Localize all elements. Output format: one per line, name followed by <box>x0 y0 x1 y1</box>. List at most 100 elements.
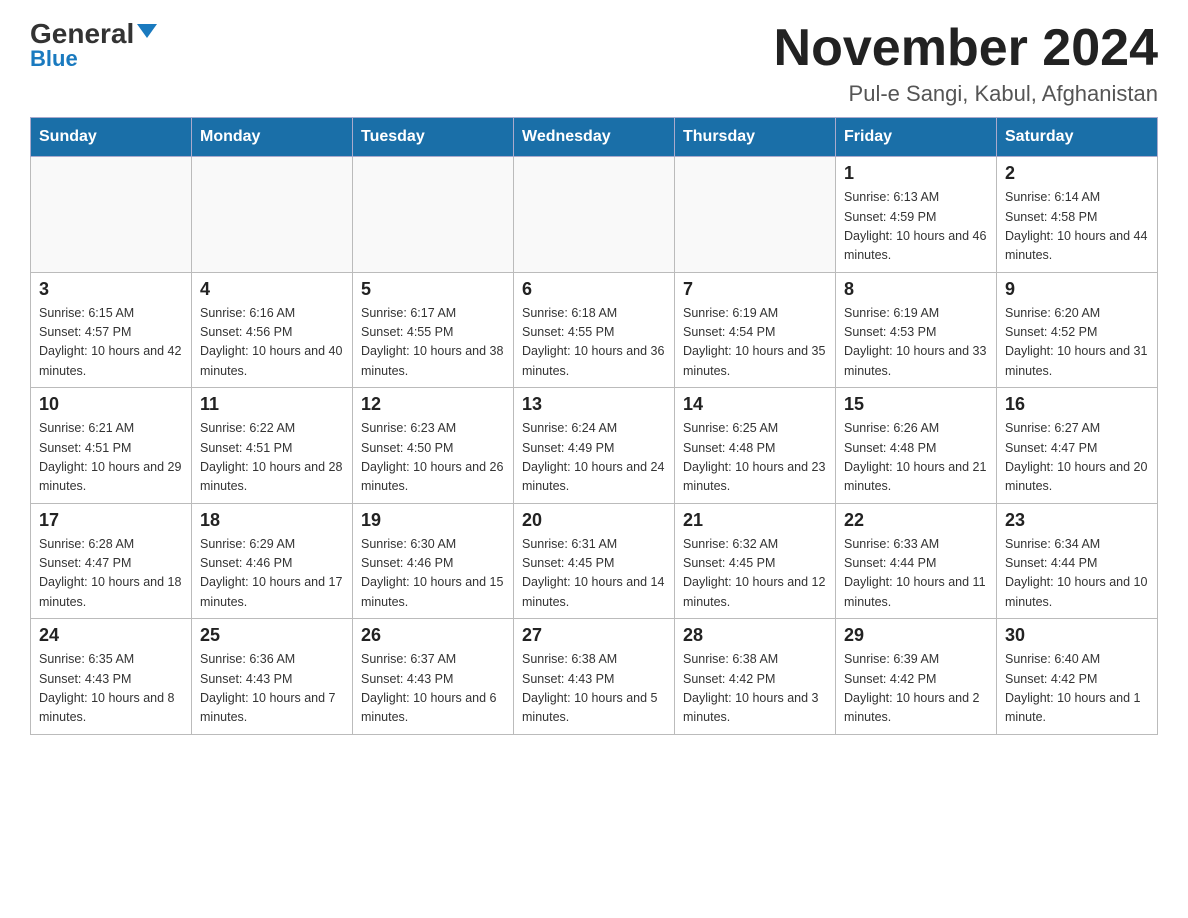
calendar-cell: 16 Sunrise: 6:27 AM Sunset: 4:47 PM Dayli… <box>997 388 1158 504</box>
day-info: Sunrise: 6:19 AM Sunset: 4:53 PM Dayligh… <box>844 304 988 382</box>
header-sunday: Sunday <box>31 118 192 157</box>
calendar-cell: 14 Sunrise: 6:25 AM Sunset: 4:48 PM Dayli… <box>675 388 836 504</box>
day-info: Sunrise: 6:30 AM Sunset: 4:46 PM Dayligh… <box>361 535 505 613</box>
day-number: 24 <box>39 625 183 646</box>
day-number: 9 <box>1005 279 1149 300</box>
day-info: Sunrise: 6:23 AM Sunset: 4:50 PM Dayligh… <box>361 419 505 497</box>
header-thursday: Thursday <box>675 118 836 157</box>
calendar-cell: 27 Sunrise: 6:38 AM Sunset: 4:43 PM Dayli… <box>514 619 675 735</box>
day-number: 21 <box>683 510 827 531</box>
calendar-cell: 12 Sunrise: 6:23 AM Sunset: 4:50 PM Dayli… <box>353 388 514 504</box>
calendar-cell: 8 Sunrise: 6:19 AM Sunset: 4:53 PM Daylig… <box>836 272 997 388</box>
day-number: 29 <box>844 625 988 646</box>
calendar-cell: 29 Sunrise: 6:39 AM Sunset: 4:42 PM Dayli… <box>836 619 997 735</box>
calendar-cell: 20Sunrise: 6:31 AM Sunset: 4:45 PM Dayli… <box>514 503 675 619</box>
calendar-cell: 1Sunrise: 6:13 AM Sunset: 4:59 PM Daylig… <box>836 157 997 273</box>
header-friday: Friday <box>836 118 997 157</box>
day-info: Sunrise: 6:21 AM Sunset: 4:51 PM Dayligh… <box>39 419 183 497</box>
day-number: 6 <box>522 279 666 300</box>
day-info: Sunrise: 6:29 AM Sunset: 4:46 PM Dayligh… <box>200 535 344 613</box>
day-number: 22 <box>844 510 988 531</box>
calendar-cell <box>192 157 353 273</box>
day-number: 4 <box>200 279 344 300</box>
day-number: 8 <box>844 279 988 300</box>
day-info: Sunrise: 6:40 AM Sunset: 4:42 PM Dayligh… <box>1005 650 1149 728</box>
calendar-week-2: 3Sunrise: 6:15 AM Sunset: 4:57 PM Daylig… <box>31 272 1158 388</box>
calendar-cell <box>675 157 836 273</box>
calendar-table: Sunday Monday Tuesday Wednesday Thursday… <box>30 117 1158 735</box>
day-info: Sunrise: 6:16 AM Sunset: 4:56 PM Dayligh… <box>200 304 344 382</box>
logo-triangle-icon <box>137 24 157 38</box>
day-number: 23 <box>1005 510 1149 531</box>
calendar-cell: 13 Sunrise: 6:24 AM Sunset: 4:49 PM Dayli… <box>514 388 675 504</box>
day-info: Sunrise: 6:39 AM Sunset: 4:42 PM Dayligh… <box>844 650 988 728</box>
calendar-cell: 21Sunrise: 6:32 AM Sunset: 4:45 PM Dayli… <box>675 503 836 619</box>
day-number: 7 <box>683 279 827 300</box>
logo-blue-text: Blue <box>30 48 78 70</box>
page-subtitle: Pul-e Sangi, Kabul, Afghanistan <box>774 81 1158 107</box>
day-info: Sunrise: 6:20 AM Sunset: 4:52 PM Dayligh… <box>1005 304 1149 382</box>
day-info: Sunrise: 6:18 AM Sunset: 4:55 PM Dayligh… <box>522 304 666 382</box>
calendar-body: 1Sunrise: 6:13 AM Sunset: 4:59 PM Daylig… <box>31 157 1158 735</box>
day-info: Sunrise: 6:22 AM Sunset: 4:51 PM Dayligh… <box>200 419 344 497</box>
day-number: 10 <box>39 394 183 415</box>
day-number: 26 <box>361 625 505 646</box>
calendar-cell: 6 Sunrise: 6:18 AM Sunset: 4:55 PM Daylig… <box>514 272 675 388</box>
day-number: 19 <box>361 510 505 531</box>
calendar-cell: 19 Sunrise: 6:30 AM Sunset: 4:46 PM Dayli… <box>353 503 514 619</box>
logo-general-text: General <box>30 20 134 48</box>
day-number: 25 <box>200 625 344 646</box>
calendar-cell: 17 Sunrise: 6:28 AM Sunset: 4:47 PM Dayli… <box>31 503 192 619</box>
day-number: 20 <box>522 510 666 531</box>
page-header: General Blue November 2024 Pul-e Sangi, … <box>30 20 1158 107</box>
day-info: Sunrise: 6:17 AM Sunset: 4:55 PM Dayligh… <box>361 304 505 382</box>
day-info: Sunrise: 6:34 AM Sunset: 4:44 PM Dayligh… <box>1005 535 1149 613</box>
day-info: Sunrise: 6:25 AM Sunset: 4:48 PM Dayligh… <box>683 419 827 497</box>
calendar-week-1: 1Sunrise: 6:13 AM Sunset: 4:59 PM Daylig… <box>31 157 1158 273</box>
header-monday: Monday <box>192 118 353 157</box>
day-number: 5 <box>361 279 505 300</box>
calendar-cell: 5 Sunrise: 6:17 AM Sunset: 4:55 PM Daylig… <box>353 272 514 388</box>
calendar-week-3: 10 Sunrise: 6:21 AM Sunset: 4:51 PM Dayli… <box>31 388 1158 504</box>
header-wednesday: Wednesday <box>514 118 675 157</box>
day-info: Sunrise: 6:35 AM Sunset: 4:43 PM Dayligh… <box>39 650 183 728</box>
calendar-cell: 7 Sunrise: 6:19 AM Sunset: 4:54 PM Daylig… <box>675 272 836 388</box>
calendar-cell: 24 Sunrise: 6:35 AM Sunset: 4:43 PM Dayli… <box>31 619 192 735</box>
day-info: Sunrise: 6:14 AM Sunset: 4:58 PM Dayligh… <box>1005 188 1149 266</box>
day-number: 27 <box>522 625 666 646</box>
calendar-cell: 22 Sunrise: 6:33 AM Sunset: 4:44 PM Dayli… <box>836 503 997 619</box>
header-saturday: Saturday <box>997 118 1158 157</box>
calendar-cell <box>353 157 514 273</box>
day-number: 2 <box>1005 163 1149 184</box>
day-number: 13 <box>522 394 666 415</box>
calendar-header: Sunday Monday Tuesday Wednesday Thursday… <box>31 118 1158 157</box>
day-info: Sunrise: 6:28 AM Sunset: 4:47 PM Dayligh… <box>39 535 183 613</box>
calendar-cell: 4 Sunrise: 6:16 AM Sunset: 4:56 PM Daylig… <box>192 272 353 388</box>
day-number: 1 <box>844 163 988 184</box>
calendar-cell: 10 Sunrise: 6:21 AM Sunset: 4:51 PM Dayli… <box>31 388 192 504</box>
calendar-cell: 30Sunrise: 6:40 AM Sunset: 4:42 PM Dayli… <box>997 619 1158 735</box>
calendar-cell: 3Sunrise: 6:15 AM Sunset: 4:57 PM Daylig… <box>31 272 192 388</box>
day-info: Sunrise: 6:27 AM Sunset: 4:47 PM Dayligh… <box>1005 419 1149 497</box>
day-number: 12 <box>361 394 505 415</box>
calendar-cell: 11Sunrise: 6:22 AM Sunset: 4:51 PM Dayli… <box>192 388 353 504</box>
calendar-cell: 26 Sunrise: 6:37 AM Sunset: 4:43 PM Dayli… <box>353 619 514 735</box>
calendar-cell: 9 Sunrise: 6:20 AM Sunset: 4:52 PM Daylig… <box>997 272 1158 388</box>
calendar-week-5: 24 Sunrise: 6:35 AM Sunset: 4:43 PM Dayli… <box>31 619 1158 735</box>
logo: General Blue <box>30 20 157 70</box>
day-number: 17 <box>39 510 183 531</box>
page-title: November 2024 <box>774 20 1158 77</box>
title-block: November 2024 Pul-e Sangi, Kabul, Afghan… <box>774 20 1158 107</box>
day-info: Sunrise: 6:24 AM Sunset: 4:49 PM Dayligh… <box>522 419 666 497</box>
day-info: Sunrise: 6:33 AM Sunset: 4:44 PM Dayligh… <box>844 535 988 613</box>
day-info: Sunrise: 6:38 AM Sunset: 4:43 PM Dayligh… <box>522 650 666 728</box>
day-info: Sunrise: 6:19 AM Sunset: 4:54 PM Dayligh… <box>683 304 827 382</box>
day-info: Sunrise: 6:37 AM Sunset: 4:43 PM Dayligh… <box>361 650 505 728</box>
day-number: 28 <box>683 625 827 646</box>
calendar-cell: 28 Sunrise: 6:38 AM Sunset: 4:42 PM Dayli… <box>675 619 836 735</box>
day-number: 14 <box>683 394 827 415</box>
calendar-cell: 18Sunrise: 6:29 AM Sunset: 4:46 PM Dayli… <box>192 503 353 619</box>
day-info: Sunrise: 6:38 AM Sunset: 4:42 PM Dayligh… <box>683 650 827 728</box>
day-number: 16 <box>1005 394 1149 415</box>
calendar-week-4: 17 Sunrise: 6:28 AM Sunset: 4:47 PM Dayli… <box>31 503 1158 619</box>
